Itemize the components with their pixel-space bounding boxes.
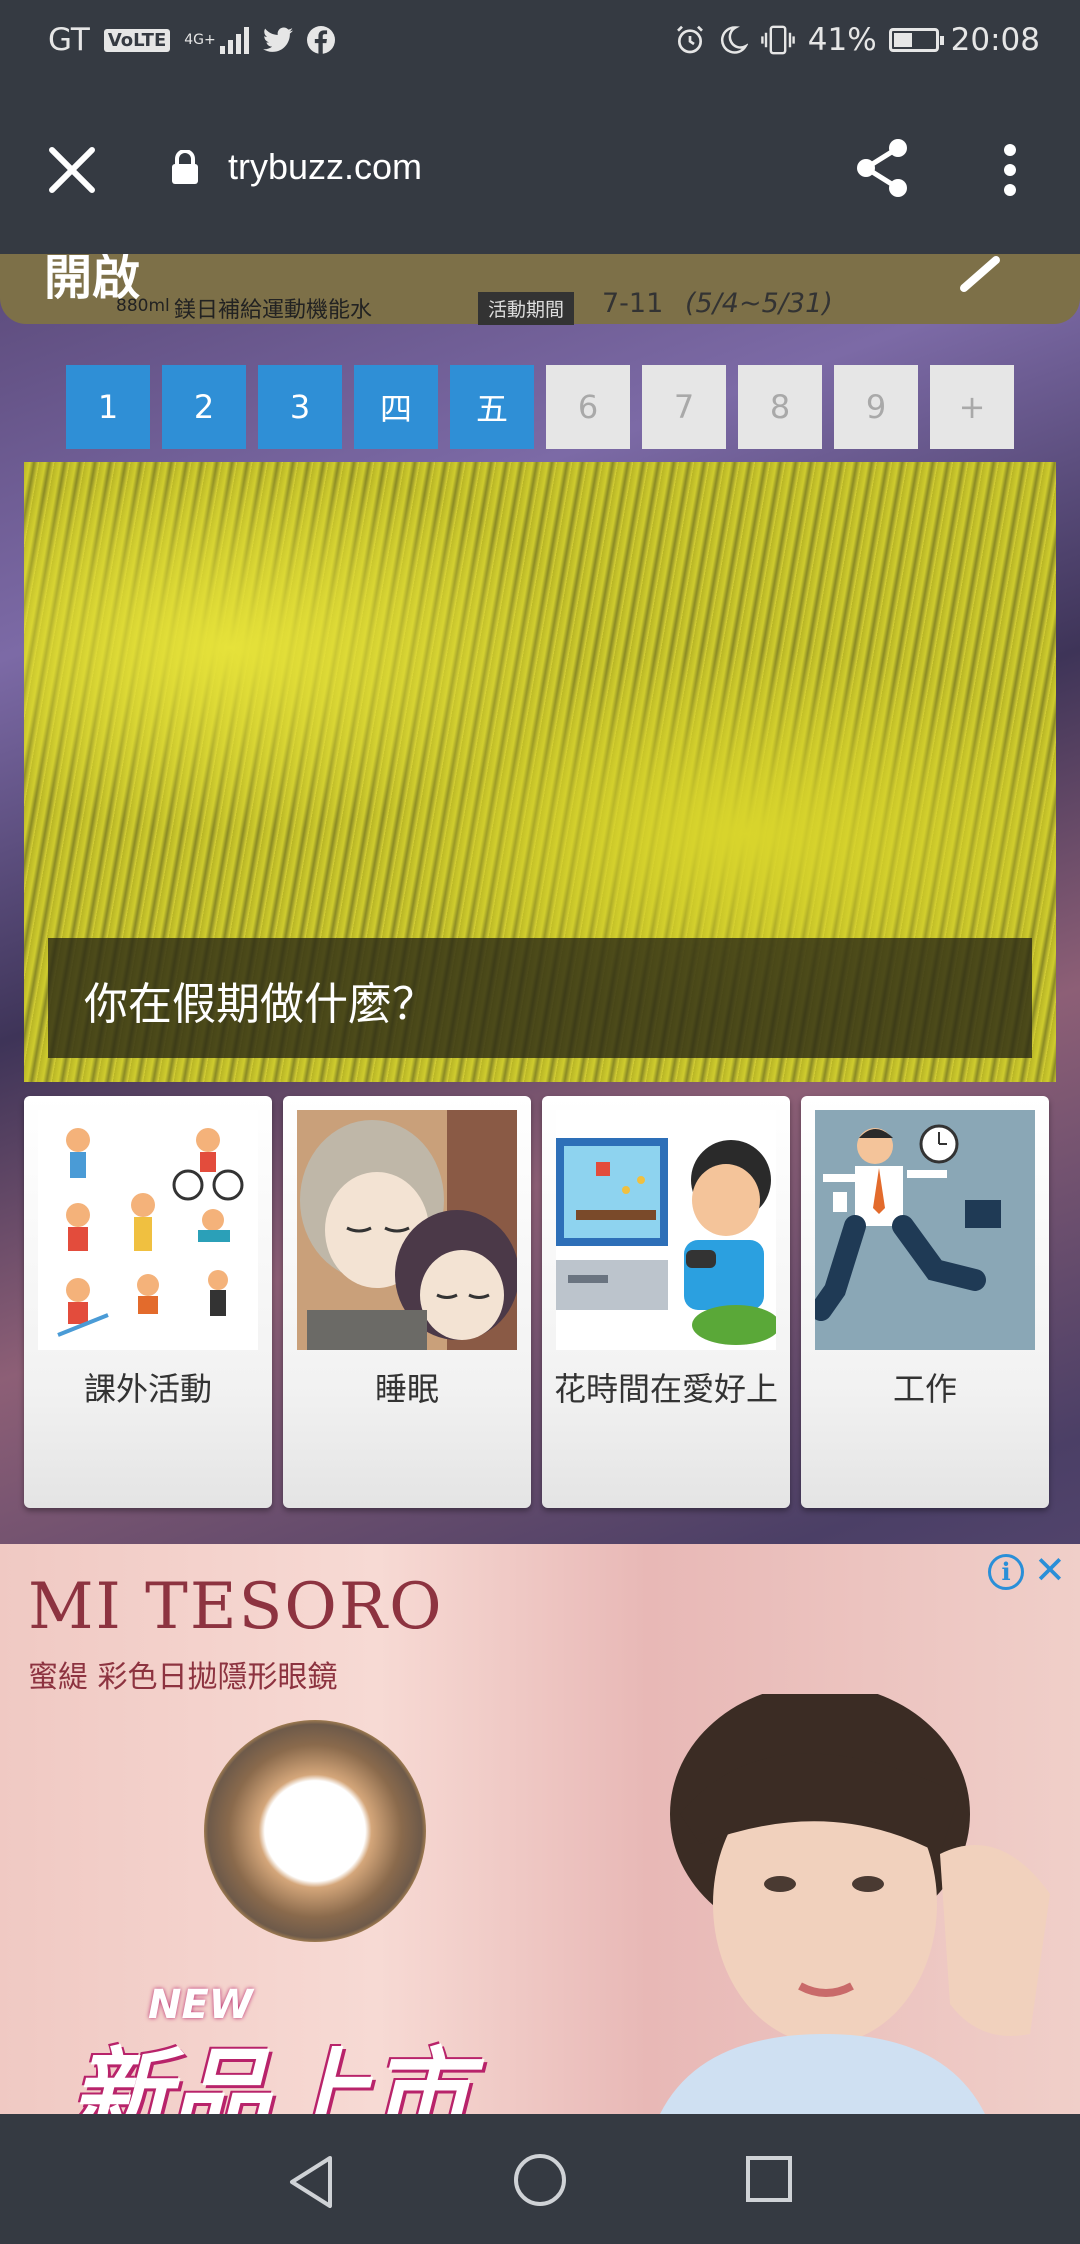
clock: 20:08 [950,22,1040,58]
vibrate-icon [760,25,795,55]
work-illustration [815,1110,1035,1350]
promo-subtitle: 鎂日補給運動機能水 [174,298,373,323]
url-bar[interactable]: trybuzz.com [228,146,422,188]
promo-dates: (5/4~5/31) [685,288,833,319]
page-content: 開啟 880ml 鎂日補給運動機能水 活動期間 7-11 (5/4~5/31) … [0,254,1080,2114]
screen: GT VoLTE 4G+ 41% 20:08 trybuzz.com 開啟 88… [0,0,1080,2244]
moon-icon [720,26,748,54]
option-label: 課外活動 [83,1370,212,1408]
answer-options: 課外活動 睡眠 花時間在愛好上 工作 [24,1096,1056,1508]
info-icon[interactable]: i [988,1554,1024,1590]
pager-button[interactable]: + [930,365,1014,449]
ad-model-photo [660,1694,1050,2114]
gaming-illustration [556,1110,776,1350]
promo-banner[interactable]: 開啟 880ml 鎂日補給運動機能水 活動期間 7-11 (5/4~5/31) [0,254,1080,325]
option-label: 花時間在愛好上 [553,1370,778,1408]
battery-percent: 41% [807,22,877,58]
promo-store: 7-11 [602,288,664,319]
battery-icon [888,28,944,52]
sleep-illustration [297,1110,517,1350]
option-label: 睡眠 [374,1370,439,1408]
pager-button[interactable]: 1 [66,365,150,449]
system-nav-bar [0,2114,1080,2244]
volte-badge: VoLTE [103,28,171,52]
pager-button[interactable]: 8 [738,365,822,449]
pager-button[interactable]: 3 [258,365,342,449]
quiz-pager: 1 2 3 四五 6 7 8 9 + [66,365,1014,449]
network-label: 4G+ [184,32,216,48]
facebook-icon [306,26,335,54]
ad-title: 新品上市 [70,2037,470,2114]
pager-button[interactable]: 7 [642,365,726,449]
carrier-label: GT [48,22,90,58]
status-right: 41% 20:08 [674,22,1040,58]
promo-period-tag: 活動期間 [478,292,575,325]
twitter-icon [262,27,293,52]
signal-icon [219,26,249,54]
activities-illustration [38,1110,258,1350]
recent-square-icon[interactable] [746,2156,792,2202]
promo-volume: 880ml [116,296,170,316]
question-text: 你在假期做什麼？ [48,938,1032,1058]
contact-lens-image [204,1720,426,1942]
option-card-hobby[interactable]: 花時間在愛好上 [542,1096,790,1508]
home-circle-icon[interactable] [514,2154,566,2206]
more-vert-icon[interactable] [990,140,1030,200]
share-icon[interactable] [850,136,914,200]
status-left: GT VoLTE 4G+ [48,22,335,58]
advertisement[interactable]: MI TESORO 蜜緹 彩色日拋隱形眼鏡 NEW 新品上市 i ✕ [0,1544,1080,2114]
arrow-icon [960,256,1000,292]
status-bar: GT VoLTE 4G+ 41% 20:08 [0,0,1080,84]
pager-button[interactable]: 2 [162,365,246,449]
option-card-activities[interactable]: 課外活動 [24,1096,272,1508]
pager-button[interactable]: 五 [450,365,534,449]
close-icon[interactable] [42,140,102,200]
pager-button[interactable]: 9 [834,365,918,449]
alarm-icon [676,25,703,54]
ad-subtitle: 蜜緹 彩色日拋隱形眼鏡 [28,1660,338,1695]
option-card-sleep[interactable]: 睡眠 [283,1096,531,1508]
battery-fill [893,33,912,47]
lock-icon [172,150,198,184]
option-card-work[interactable]: 工作 [801,1096,1049,1508]
ad-brand: MI TESORO [28,1570,444,1644]
close-icon[interactable]: ✕ [1034,1548,1066,1592]
pager-button[interactable]: 四 [354,365,438,449]
option-label: 工作 [892,1370,957,1408]
pager-button[interactable]: 6 [546,365,630,449]
browser-toolbar: trybuzz.com [0,84,1080,254]
back-triangle-icon[interactable] [286,2154,336,2210]
